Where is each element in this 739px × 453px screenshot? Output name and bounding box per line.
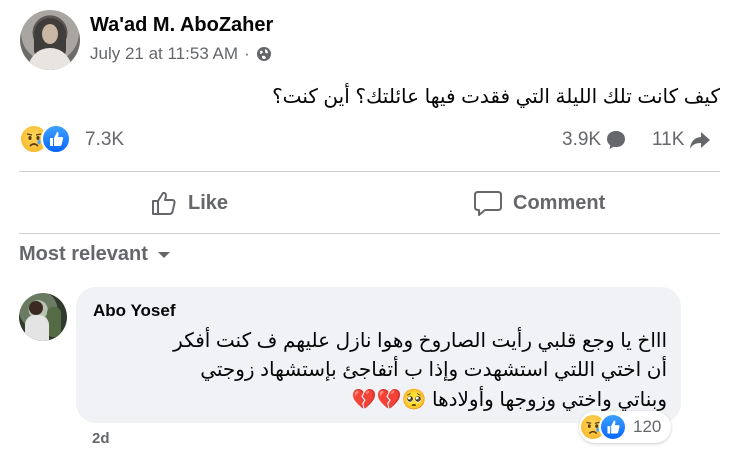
like-reaction-icon	[41, 124, 71, 154]
share-arrow-icon	[690, 132, 711, 149]
post-header: Wa'ad M. AboZaher July 21 at 11:53 AM ·	[20, 10, 720, 70]
post-meta: July 21 at 11:53 AM ·	[90, 44, 272, 64]
author-name[interactable]: Wa'ad M. AboZaher	[90, 14, 273, 37]
sort-label: Most relevant	[19, 243, 148, 265]
avatar-face	[42, 24, 58, 44]
author-avatar[interactable]	[20, 10, 80, 70]
reactions-summary: 7.3K 3.9K 11K	[19, 124, 719, 158]
commenter-avatar[interactable]	[19, 293, 67, 341]
commenter-name[interactable]: Abo Yosef	[93, 301, 176, 321]
thumbs-up-icon	[152, 191, 176, 215]
globe-icon[interactable]	[256, 46, 272, 62]
comment-emoji: 🥺💔💔	[351, 387, 427, 411]
comment-text-line-2: أن اختي اللتي استشهدت وإذا ب أتفاجئ بإست…	[200, 359, 667, 381]
post-text: كيف كانت تلك الليلة التي فقدت فيها عائلت…	[272, 86, 720, 108]
comment-text-line-3-row: وبناتي واختي وزوجها وأولادها 🥺💔💔	[107, 385, 667, 415]
shares-count[interactable]: 11K	[652, 129, 712, 151]
caret-down-icon	[157, 251, 170, 258]
comment-reactions[interactable]: 120	[579, 411, 672, 443]
comment-text-line-3: وبناتي واختي وزوجها وأولادها	[431, 389, 667, 411]
shares-count-label: 11K	[652, 129, 685, 150]
comment-button[interactable]: Comment	[473, 183, 605, 223]
meta-separator: ·	[244, 44, 250, 63]
reaction-count[interactable]: 7.3K	[85, 129, 124, 151]
divider-bottom	[19, 233, 720, 234]
avatar-figure-head	[29, 301, 43, 315]
like-button-label: Like	[188, 191, 229, 214]
comment-bubble: Abo Yosef اااخ يا وجع قلبي رأيت الصاروخ …	[76, 287, 681, 423]
like-reaction-icon	[599, 413, 627, 441]
post-timestamp[interactable]: July 21 at 11:53 AM	[90, 44, 238, 64]
comments-count[interactable]: 3.9K	[562, 129, 627, 151]
comment-bubble-icon	[607, 131, 626, 149]
avatar-figure-body	[25, 315, 49, 341]
reaction-icons[interactable]	[19, 124, 71, 154]
comments-count-label: 3.9K	[562, 129, 602, 150]
like-button[interactable]: Like	[150, 183, 228, 223]
comment-sort-dropdown[interactable]: Most relevant	[19, 243, 172, 266]
comment-timestamp[interactable]: 2d	[92, 430, 110, 447]
comment-text-line-1: اااخ يا وجع قلبي رأيت الصاروخ وهوا نازل …	[173, 330, 667, 352]
avatar-figure-right	[47, 307, 61, 337]
comment-reaction-count: 120	[633, 417, 662, 436]
divider-top	[19, 171, 720, 172]
comment-text: اااخ يا وجع قلبي رأيت الصاروخ وهوا نازل …	[107, 327, 667, 415]
comment-button-label: Comment	[513, 191, 606, 214]
comment-icon	[474, 191, 502, 216]
